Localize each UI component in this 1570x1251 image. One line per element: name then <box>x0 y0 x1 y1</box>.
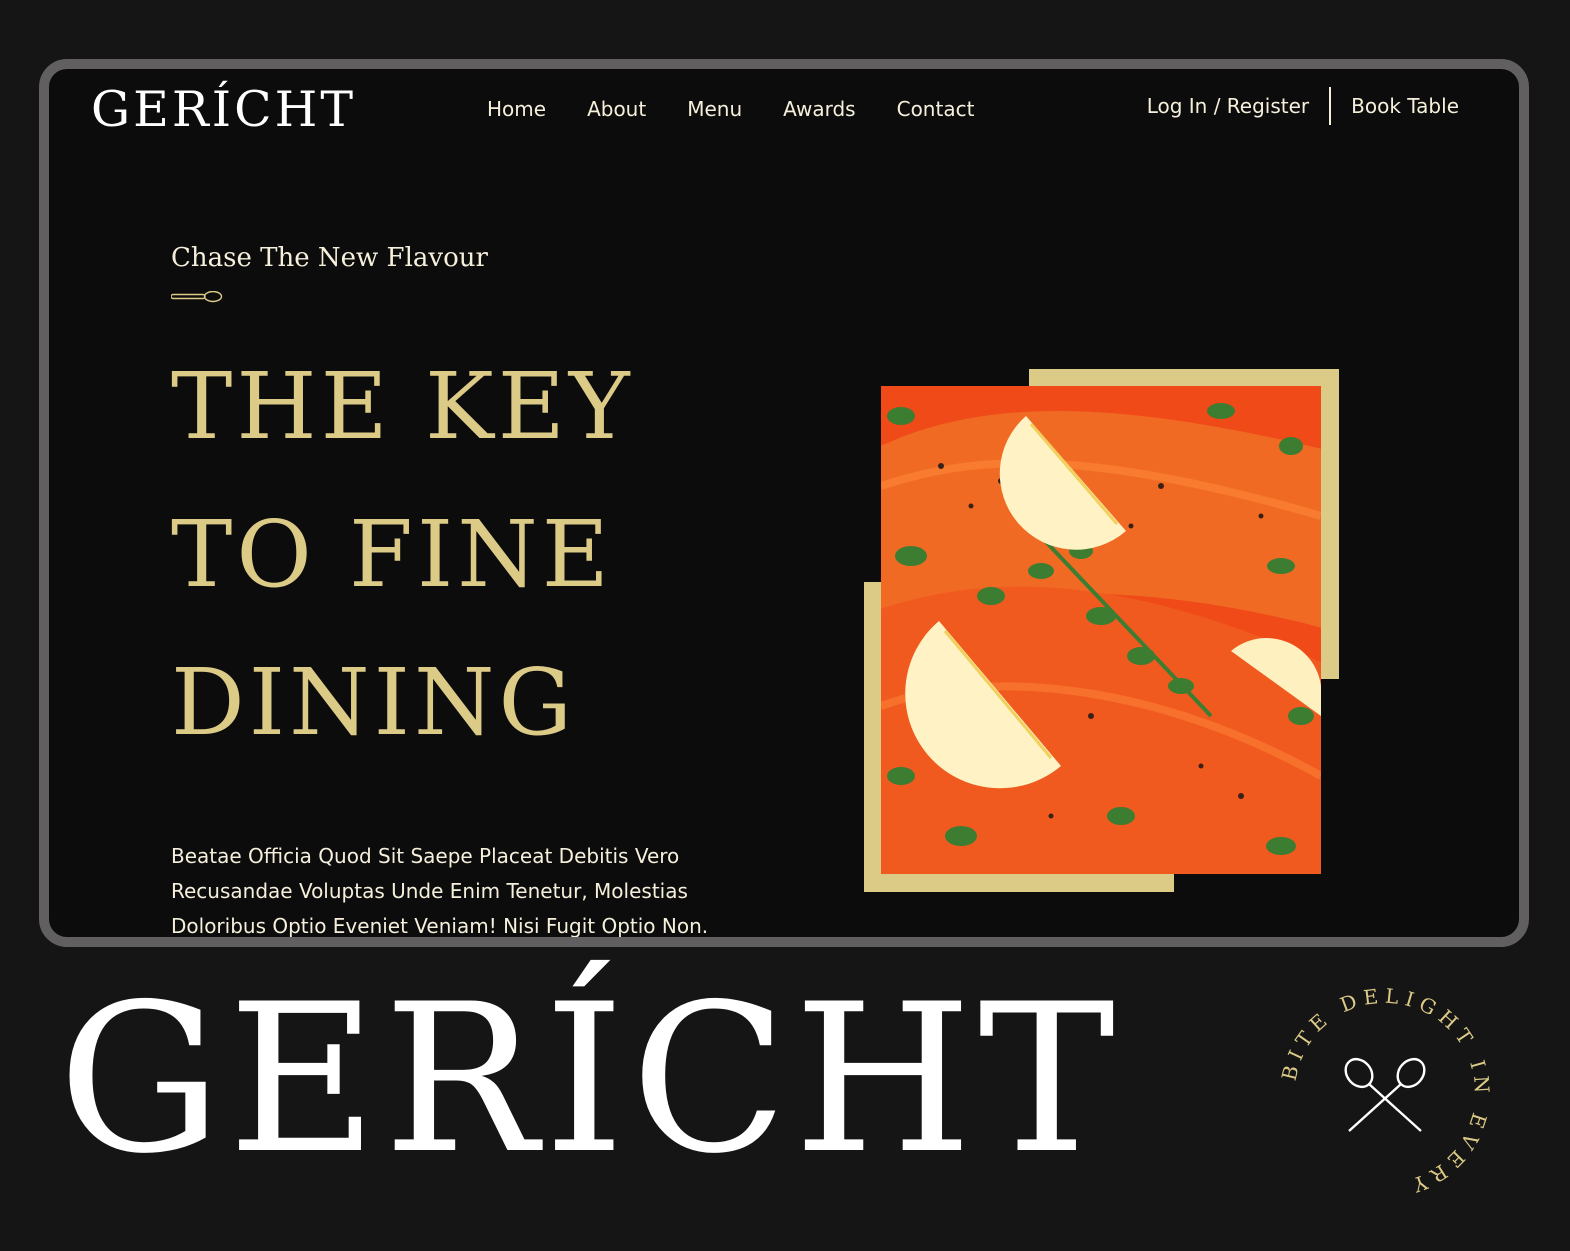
hero-subtitle: Chase The New Flavour <box>171 243 488 273</box>
site-logo[interactable]: GERÍCHT <box>91 81 356 138</box>
nav-home[interactable]: Home <box>487 97 546 121</box>
nav-menu[interactable]: Menu <box>687 97 742 121</box>
circular-seal: BITE DELIGHT IN EVERY <box>1277 984 1495 1199</box>
main-nav: Home About Menu Awards Contact <box>487 97 1015 121</box>
navbar: GERÍCHT Home About Menu Awards Contact L… <box>49 69 1519 161</box>
nav-awards[interactable]: Awards <box>783 97 855 121</box>
nav-divider <box>1329 87 1332 125</box>
book-table-link[interactable]: Book Table <box>1351 94 1459 118</box>
browser-frame: GERÍCHT Home About Menu Awards Contact L… <box>39 59 1529 947</box>
nav-actions: Log In / Register Book Table <box>1147 87 1459 125</box>
spoon-icon <box>171 291 223 303</box>
hero-image-wrap <box>864 369 1344 899</box>
headline-line-3: DINING <box>171 649 576 756</box>
headline-line-1: THE KEY <box>171 353 634 460</box>
nav-contact[interactable]: Contact <box>897 97 975 121</box>
salmon-dish-photo <box>881 386 1321 874</box>
seal-text: BITE DELIGHT IN EVERY <box>1277 984 1495 1199</box>
login-register-link[interactable]: Log In / Register <box>1147 94 1309 118</box>
hero-description: Beatae Officia Quod Sit Saepe Placeat De… <box>171 844 709 938</box>
brand-wordmark: GERÍCHT <box>58 961 1122 1199</box>
nav-about[interactable]: About <box>587 97 646 121</box>
hero-headline: THE KEY TO FINE DINING <box>171 333 634 777</box>
headline-line-2: TO FINE <box>171 501 613 608</box>
crossed-spoons-icon <box>1344 1057 1426 1132</box>
